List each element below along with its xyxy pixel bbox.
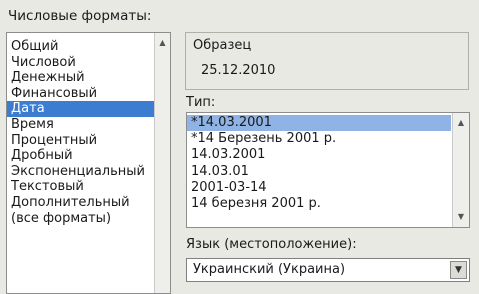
type-item[interactable]: 14 березня 2001 р.: [187, 196, 451, 212]
category-list: Общий Числовой Денежный Финансовый Дата …: [7, 39, 154, 226]
sample-label: Образец: [193, 38, 252, 53]
sample-value: 25.12.2010: [201, 63, 276, 78]
category-label: Числовые форматы:: [8, 8, 151, 24]
type-item[interactable]: *14.03.2001: [187, 115, 451, 132]
language-combobox[interactable]: Украинский (Украина) ▼: [186, 258, 470, 282]
type-item[interactable]: 14.03.01: [187, 164, 451, 180]
scroll-up-arrow-icon[interactable]: ▲: [453, 115, 469, 131]
type-label: Тип:: [186, 95, 216, 110]
type-list: *14.03.2001 *14 Березень 2001 р. 14.03.2…: [187, 115, 451, 212]
scroll-up-arrow-icon[interactable]: ▲: [155, 35, 170, 51]
category-item-text[interactable]: Текстовый: [7, 179, 154, 195]
scroll-down-arrow-icon[interactable]: ▼: [453, 209, 469, 225]
language-value: Украинский (Украина): [193, 262, 346, 277]
type-item[interactable]: *14 Березень 2001 р.: [187, 131, 451, 147]
chevron-down-icon[interactable]: ▼: [450, 261, 467, 279]
category-item-currency[interactable]: Денежный: [7, 70, 154, 86]
category-item-number[interactable]: Числовой: [7, 55, 154, 71]
category-item-time[interactable]: Время: [7, 117, 154, 133]
category-scrollbar[interactable]: ▲: [154, 33, 170, 293]
category-item-accounting[interactable]: Финансовый: [7, 86, 154, 102]
category-item-general[interactable]: Общий: [7, 39, 154, 55]
type-listbox[interactable]: *14.03.2001 *14 Березень 2001 р. 14.03.2…: [186, 112, 470, 228]
type-item[interactable]: 2001-03-14: [187, 180, 451, 196]
category-item-date[interactable]: Дата: [7, 101, 154, 117]
category-item-special[interactable]: Дополнительный: [7, 195, 154, 211]
type-scrollbar[interactable]: ▲ ▼: [452, 113, 469, 227]
language-label: Язык (местоположение):: [186, 237, 357, 252]
category-item-scientific[interactable]: Экспоненциальный: [7, 164, 154, 180]
category-item-fraction[interactable]: Дробный: [7, 148, 154, 164]
category-listbox[interactable]: Общий Числовой Денежный Финансовый Дата …: [6, 32, 171, 294]
type-item[interactable]: 14.03.2001: [187, 147, 451, 163]
category-label-text: Числовые форматы:: [8, 8, 152, 24]
category-item-percentage[interactable]: Процентный: [7, 133, 154, 149]
category-item-custom[interactable]: (все форматы): [7, 211, 154, 227]
